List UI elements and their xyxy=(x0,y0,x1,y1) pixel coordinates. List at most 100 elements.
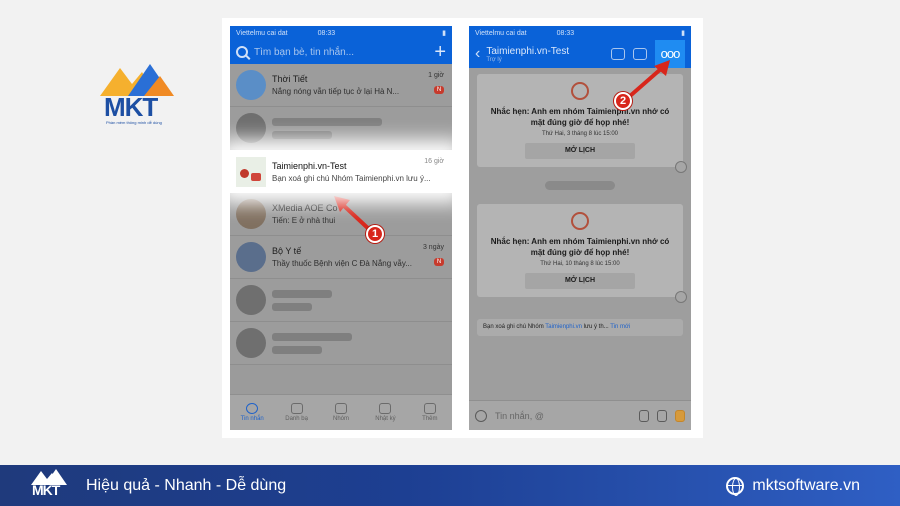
chat-time: 16 giờ xyxy=(424,158,444,165)
carrier-label: Viettelmu cai dat xyxy=(475,29,527,37)
logo-text: MKT xyxy=(104,92,158,122)
chat-time: 3 ngày xyxy=(422,244,444,251)
tab-label: Nhật ký xyxy=(375,416,396,422)
avatar xyxy=(236,242,266,272)
chat-row-boyte[interactable]: Bộ Y tế Thầy thuốc Bệnh viện C Đà Nẵng v… xyxy=(230,236,452,279)
chat-name: Thời Tiết xyxy=(272,74,308,84)
avatar xyxy=(236,328,266,358)
back-icon[interactable]: ‹ xyxy=(475,45,480,63)
alarm-clock-icon xyxy=(571,212,589,230)
footer-logo-text: MKT xyxy=(32,481,60,498)
grid-icon xyxy=(423,403,436,414)
footer-bar: MKT Hiệu quả - Nhanh - Dễ dùng mktsoftwa… xyxy=(0,465,900,506)
reminder-date: Thứ Hai, 3 tháng 8 lúc 15:00 xyxy=(541,131,619,137)
reminder-text: Nhắc hẹn: Anh em nhóm Taimienphi.vn nhớ … xyxy=(490,237,670,257)
tab-label: Danh bạ xyxy=(285,416,308,422)
search-header: Tìm bạn bè, tin nhắn... + xyxy=(230,40,452,64)
status-bar: Viettelmu cai dat 08:33 ▮ xyxy=(230,26,452,40)
left-phone-screen: Viettelmu cai dat 08:33 ▮ Tìm bạn bè, ti… xyxy=(230,26,452,430)
tab-label: Nhóm xyxy=(333,416,350,422)
website-url[interactable]: mktsoftware.vn xyxy=(752,477,860,495)
chat-list: Thời Tiết Nắng nóng vẫn tiếp tục ở lại H… xyxy=(230,64,452,365)
clock-label: 08:33 xyxy=(317,29,336,37)
battery-icon: ▮ xyxy=(442,30,446,37)
logo-tagline: Phần mềm thông minh dễ dùng xyxy=(106,120,162,125)
tab-more[interactable]: Thêm xyxy=(408,395,452,430)
chat-name: Taimienphi.vn-Test xyxy=(272,160,347,171)
chat-preview: Bạn xoá ghi chú Nhóm Taimienphi.vn lưu ý… xyxy=(272,173,431,183)
message-area: Nhắc hẹn: Anh em nhóm Taimienphi.vn nhớ … xyxy=(469,68,691,408)
new-messages-link[interactable]: Tin mới xyxy=(610,324,630,330)
search-icon[interactable] xyxy=(236,46,248,58)
group-icon xyxy=(335,403,348,414)
system-notice: Bạn xoá ghi chú Nhóm Taimienphi.vn lưu ý… xyxy=(477,319,683,336)
emoji-icon[interactable] xyxy=(475,409,487,422)
microphone-icon[interactable] xyxy=(657,409,667,422)
folder-icon[interactable] xyxy=(633,48,647,60)
conversation-title: Taimienphi.vn-Test xyxy=(486,45,570,57)
notice-suffix: lưu ý th... xyxy=(583,324,609,330)
chat-preview: Nắng nóng vẫn tiếp tục ở lại Hà N... xyxy=(272,87,400,96)
tab-contacts[interactable]: Danh bạ xyxy=(274,395,318,430)
footer-website[interactable]: mktsoftware.vn xyxy=(726,476,860,496)
image-icon[interactable] xyxy=(675,409,685,422)
tab-label: Thêm xyxy=(422,416,438,422)
open-calendar-button[interactable]: MỞ LỊCH xyxy=(525,143,635,159)
add-attachment-icon[interactable] xyxy=(639,409,649,422)
blurred-name xyxy=(272,117,382,126)
tab-messages[interactable]: Tin nhắn xyxy=(230,395,274,430)
chat-name: Bộ Y tế xyxy=(272,246,302,256)
chat-row-xmedia[interactable]: XMedia AOE Co Tiến: E ở nhà thui xyxy=(230,193,452,236)
contacts-icon xyxy=(290,403,303,414)
reminder-card: Nhắc hẹn: Anh em nhóm Taimienphi.vn nhớ … xyxy=(477,74,687,173)
footer-slogan: Hiệu quả - Nhanh - Dễ dùng xyxy=(86,476,287,494)
tab-timeline[interactable]: Nhật ký xyxy=(363,395,407,430)
chat-row-taimienphi[interactable]: Taimienphi.vn-Test Bạn xoá ghi chú Nhóm … xyxy=(230,150,452,193)
chat-row-blurred[interactable] xyxy=(230,107,452,150)
mkt-logo: MKT Phần mềm thông minh dễ dùng xyxy=(98,62,188,132)
blurred-message xyxy=(272,130,332,139)
open-calendar-button[interactable]: MỞ LỊCH xyxy=(525,273,635,289)
status-bar: Viettelmu cai dat 08:33 ▮ xyxy=(469,26,691,40)
right-phone-screen: Viettelmu cai dat 08:33 ▮ ‹ Taimienphi.v… xyxy=(469,26,691,430)
add-icon[interactable]: + xyxy=(434,42,446,62)
footer-logo: MKT xyxy=(30,468,74,504)
group-avatar xyxy=(236,156,266,187)
avatar xyxy=(236,199,266,229)
blurred-message xyxy=(272,345,322,354)
search-input[interactable]: Tìm bạn bè, tin nhắn... xyxy=(254,47,428,58)
tab-label: Tin nhắn xyxy=(240,416,264,422)
reminder-card: Nhắc hẹn: Anh em nhóm Taimienphi.vn nhớ … xyxy=(477,204,687,303)
alarm-clock-icon xyxy=(571,82,589,100)
conversation-header: ‹ Taimienphi.vn-Test Trợ lý ooo xyxy=(469,40,691,68)
conversation-subtitle: Trợ lý xyxy=(486,56,502,63)
chat-time: 1 giờ xyxy=(428,72,444,79)
chat-row-blurred[interactable] xyxy=(230,322,452,365)
heart-icon[interactable] xyxy=(675,161,687,173)
new-badge: N xyxy=(434,258,444,266)
notice-link[interactable]: Taimienphi.vn xyxy=(545,324,582,330)
avatar xyxy=(236,113,266,143)
chat-name: XMedia AOE Co xyxy=(272,203,338,213)
message-input-bar: Tin nhắn, @ xyxy=(469,400,691,430)
heart-icon[interactable] xyxy=(675,291,687,303)
blurred-name xyxy=(272,332,352,341)
message-input[interactable]: Tin nhắn, @ xyxy=(495,411,631,421)
screenshot-card: Viettelmu cai dat 08:33 ▮ Tìm bạn bè, ti… xyxy=(222,18,703,438)
chat-row-weather[interactable]: Thời Tiết Nắng nóng vẫn tiếp tục ở lại H… xyxy=(230,64,452,107)
chat-preview: Thầy thuốc Bệnh viện C Đà Nẵng vẫy... xyxy=(272,259,412,268)
reminder-text: Nhắc hẹn: Anh em nhóm Taimienphi.vn nhớ … xyxy=(490,107,670,127)
weather-avatar xyxy=(236,70,266,100)
battery-icon: ▮ xyxy=(681,30,685,37)
tab-groups[interactable]: Nhóm xyxy=(319,395,363,430)
clock-icon xyxy=(379,403,392,414)
chat-row-blurred[interactable] xyxy=(230,279,452,322)
clock-label: 08:33 xyxy=(556,29,575,37)
group-add-icon[interactable] xyxy=(611,48,625,60)
blurred-name xyxy=(272,289,332,298)
reminder-date: Thứ Hai, 10 tháng 8 lúc 15:00 xyxy=(540,261,620,267)
more-options-button[interactable]: ooo xyxy=(655,40,685,68)
chat-icon xyxy=(246,403,259,414)
carrier-label: Viettelmu cai dat xyxy=(236,29,288,37)
step-1-callout: 1 xyxy=(366,225,384,243)
